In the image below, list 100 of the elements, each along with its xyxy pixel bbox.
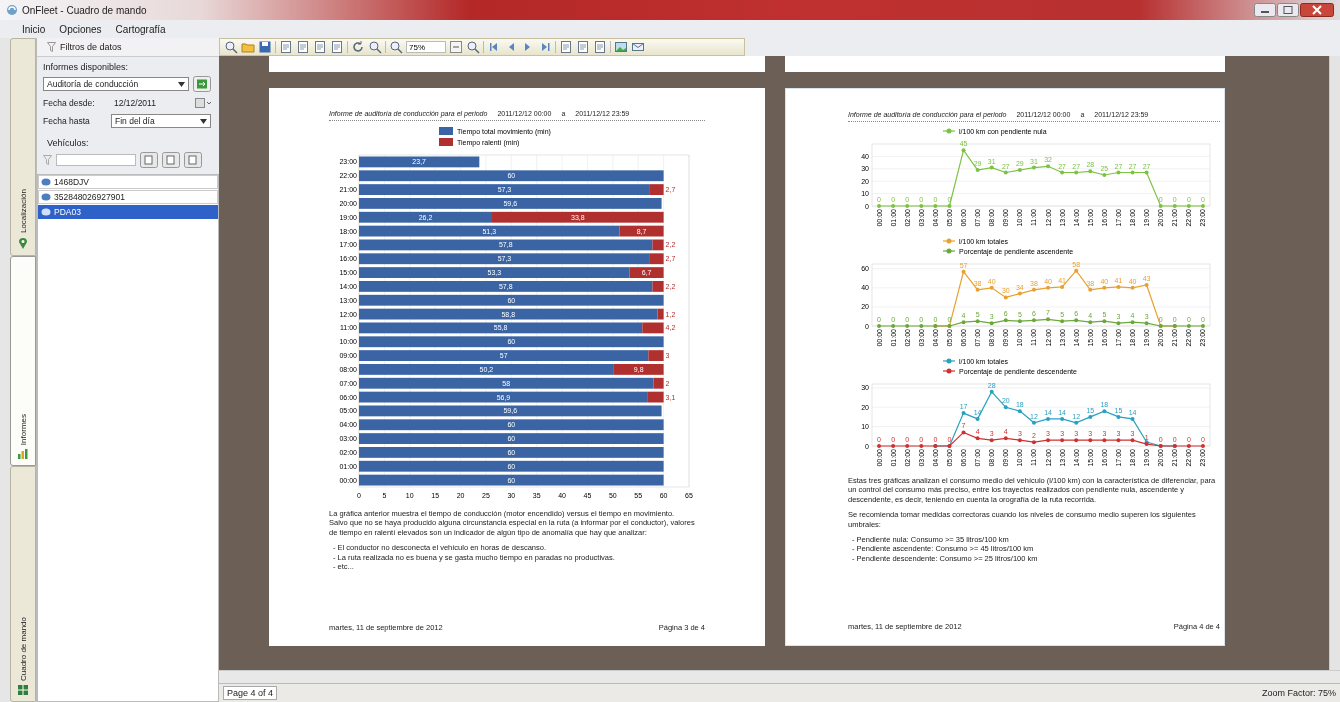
data-point — [1144, 170, 1149, 175]
image-icon[interactable] — [614, 40, 628, 54]
data-point — [877, 324, 882, 328]
data-point — [905, 204, 910, 208]
list-button[interactable] — [162, 152, 180, 168]
data-point — [1031, 440, 1036, 445]
data-point — [975, 436, 980, 441]
zoom-in-icon[interactable] — [466, 40, 480, 54]
data-point — [1130, 416, 1135, 421]
menu-item[interactable]: Inicio — [22, 23, 46, 35]
data-point — [905, 324, 910, 328]
data-point — [1116, 284, 1121, 289]
data-point — [919, 324, 924, 328]
data-point — [1060, 170, 1065, 175]
list-button[interactable] — [184, 152, 202, 168]
data-point — [1088, 438, 1093, 443]
data-point — [1102, 319, 1107, 324]
mail-icon[interactable] — [631, 40, 645, 54]
document-icon[interactable] — [593, 40, 607, 54]
data-point — [989, 165, 994, 170]
data-point — [1046, 164, 1051, 169]
data-point — [1102, 409, 1107, 414]
vehicle-item[interactable]: 352848026927901 — [38, 190, 218, 204]
data-point — [1116, 438, 1121, 443]
page-indicator: Page 4 of 4 — [223, 686, 278, 700]
date-field[interactable]: 12/12/2011 — [111, 96, 211, 110]
data-point — [1172, 204, 1177, 208]
vehicle-item[interactable]: PDA03 — [38, 205, 218, 219]
data-point — [975, 416, 980, 421]
data-point — [1116, 321, 1121, 326]
data-point — [1074, 268, 1079, 273]
map-pin-icon — [18, 237, 28, 249]
window-title: OnFleet - Cuadro de mando — [22, 4, 147, 16]
data-point — [961, 148, 966, 153]
data-point — [1031, 318, 1036, 323]
data-point — [1186, 324, 1191, 328]
grid-icon — [18, 685, 28, 695]
data-point — [905, 444, 910, 448]
data-point — [1200, 444, 1205, 448]
data-point — [989, 321, 994, 326]
data-point — [891, 444, 896, 448]
caret-icon — [200, 118, 207, 124]
field-label: Informes disponibles: — [43, 62, 130, 72]
folder-icon[interactable] — [241, 40, 255, 54]
data-point — [989, 389, 994, 394]
side-tab[interactable]: Cuadro de mando — [10, 466, 36, 702]
data-point — [933, 204, 938, 208]
vehicle-item[interactable]: 1468DJV — [38, 175, 218, 189]
data-point — [1017, 291, 1022, 296]
data-point — [1060, 416, 1065, 421]
data-point — [1003, 405, 1008, 410]
list-button[interactable] — [140, 152, 158, 168]
field-label: Fecha desde: — [43, 98, 96, 108]
data-point — [1088, 414, 1093, 419]
data-point — [1116, 170, 1121, 175]
data-point — [1074, 420, 1079, 425]
filter-icon — [47, 42, 56, 52]
refresh-button[interactable] — [193, 76, 211, 92]
maximize-icon[interactable] — [1277, 3, 1299, 17]
menu-item[interactable]: Opciones — [59, 23, 102, 35]
data-point — [1102, 285, 1107, 290]
data-point — [1088, 287, 1093, 292]
vertical-scrollbar[interactable] — [1329, 56, 1340, 670]
data-point — [961, 411, 966, 416]
bar-chart-icon — [18, 449, 28, 459]
close-icon[interactable] — [1300, 3, 1334, 17]
data-point — [1003, 170, 1008, 175]
search-icon[interactable] — [368, 40, 382, 54]
data-point — [1017, 319, 1022, 324]
side-tab[interactable]: Informes — [10, 256, 36, 466]
data-point — [1200, 204, 1205, 208]
minimize-icon[interactable] — [1254, 3, 1276, 17]
field-label: Vehículos: — [46, 138, 90, 148]
data-point — [1046, 285, 1051, 290]
data-point — [1130, 438, 1135, 443]
filter-field[interactable] — [56, 154, 136, 166]
data-point — [1046, 317, 1051, 322]
data-point — [919, 444, 924, 448]
data-point — [1186, 204, 1191, 208]
data-point — [961, 320, 966, 325]
data-point — [1088, 169, 1093, 174]
data-point — [1102, 173, 1107, 177]
data-point — [961, 269, 966, 274]
zoom-field[interactable]: 75% — [406, 41, 446, 53]
data-point — [947, 204, 952, 208]
horizontal-scrollbar[interactable] — [219, 670, 1340, 683]
data-point — [1031, 420, 1036, 425]
data-point — [1031, 165, 1036, 170]
save-icon[interactable] — [258, 40, 272, 54]
data-point — [1060, 319, 1065, 324]
zoom-out-icon[interactable] — [389, 40, 403, 54]
page-icon[interactable] — [559, 40, 573, 54]
refresh-icon[interactable] — [351, 40, 365, 54]
menu-item[interactable]: Cartografía — [115, 23, 166, 35]
report-select[interactable]: Auditoría de conducción — [43, 77, 189, 91]
side-tab[interactable]: Localización — [10, 38, 36, 256]
calendar-icon — [195, 98, 211, 108]
minus-icon[interactable] — [449, 40, 463, 54]
data-point — [1003, 318, 1008, 323]
period-select[interactable]: Fin del día — [111, 114, 211, 128]
